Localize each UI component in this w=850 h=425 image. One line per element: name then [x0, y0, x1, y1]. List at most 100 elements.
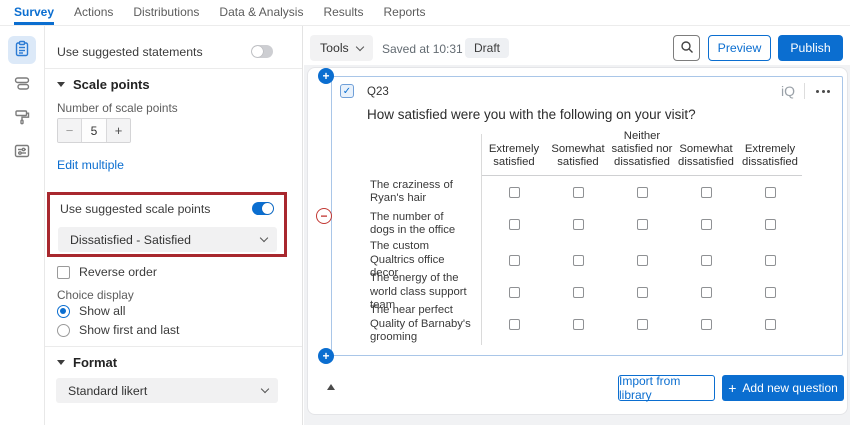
show-first-and-last-radio[interactable]	[57, 324, 70, 337]
stepper-value: 5	[82, 119, 106, 142]
matrix-checkbox[interactable]	[573, 219, 584, 230]
stepper-increment-button[interactable]: +	[106, 119, 130, 142]
matrix-checkbox[interactable]	[573, 255, 584, 266]
matrix-checkbox[interactable]	[701, 287, 712, 298]
matrix-cell	[610, 304, 674, 345]
matrix-cell	[674, 304, 738, 345]
reverse-order-row: Reverse order	[57, 265, 157, 279]
number-of-scale-points-label: Number of scale points	[57, 101, 178, 115]
matrix-checkbox[interactable]	[509, 187, 520, 198]
use-suggested-statements-label: Use suggested statements	[57, 45, 203, 59]
collapse-block-icon[interactable]	[327, 384, 335, 390]
search-button[interactable]	[673, 35, 700, 61]
matrix-checkbox[interactable]	[637, 287, 648, 298]
use-suggested-scale-points-toggle[interactable]	[252, 202, 274, 215]
use-suggested-statements-toggle[interactable]	[251, 45, 273, 58]
matrix-checkbox[interactable]	[765, 219, 776, 230]
nav-tab-actions[interactable]: Actions	[74, 0, 113, 25]
show-all-radio[interactable]	[57, 305, 70, 318]
more-options-icon[interactable]	[814, 86, 832, 97]
matrix-checkbox[interactable]	[637, 219, 648, 230]
matrix-checkbox[interactable]	[573, 287, 584, 298]
format-value: Standard likert	[68, 384, 147, 398]
sidebar-item-survey-options[interactable]	[8, 138, 36, 166]
stepper-decrement-button[interactable]: −	[58, 119, 82, 142]
suggested-scale-dropdown[interactable]: Dissatisfied - Satisfied	[58, 227, 277, 252]
toggle-knob	[262, 203, 273, 214]
add-question-above-button[interactable]: +	[318, 68, 334, 84]
survey-editor-main: Tools Saved at 10:31 AM Draft Preview Pu…	[304, 26, 850, 425]
top-nav: Survey Actions Distributions Data & Analysi…	[0, 0, 850, 26]
nav-tab-data-analysis[interactable]: Data & Analysis	[219, 0, 303, 25]
matrix-column-header: Extremely dissatisfied	[738, 134, 802, 176]
matrix-column-header: Extremely satisfied	[482, 134, 546, 176]
expert-review-iq-icon[interactable]: iQ	[781, 83, 795, 99]
matrix-row: The craziness of Ryan's hair	[370, 176, 802, 208]
question-text[interactable]: How satisfied were you with the followin…	[367, 107, 696, 122]
matrix-checkbox[interactable]	[509, 219, 520, 230]
question-card[interactable]: ✓ Q23 iQ How satisfied were you with the…	[331, 76, 843, 356]
matrix-cell	[610, 176, 674, 208]
matrix-checkbox[interactable]	[637, 187, 648, 198]
collapse-caret-icon	[57, 360, 65, 365]
nav-tab-reports[interactable]: Reports	[383, 0, 425, 25]
nav-tab-survey[interactable]: Survey	[14, 0, 54, 25]
matrix-row-label: The craziness of Ryan's hair	[370, 176, 482, 208]
nav-tab-results[interactable]: Results	[323, 0, 363, 25]
edit-multiple-link[interactable]: Edit multiple	[57, 158, 124, 172]
survey-flow-icon	[13, 74, 31, 95]
matrix-cell	[674, 176, 738, 208]
question-card-actions: iQ	[781, 83, 832, 99]
tools-button[interactable]: Tools	[310, 35, 373, 61]
matrix-checkbox[interactable]	[765, 287, 776, 298]
reverse-order-checkbox[interactable]	[57, 266, 70, 279]
matrix-column-header: Somewhat dissatisfied	[674, 134, 738, 176]
matrix-checkbox[interactable]	[637, 319, 648, 330]
sidebar-item-survey-builder[interactable]	[8, 36, 36, 64]
matrix-checkbox[interactable]	[509, 319, 520, 330]
matrix-row: The near perfect Quality of Barnaby's gr…	[370, 304, 802, 336]
remove-question-button[interactable]: −	[316, 208, 332, 224]
sliders-icon	[13, 142, 31, 163]
add-question-below-button[interactable]: +	[318, 348, 334, 364]
matrix-checkbox[interactable]	[701, 187, 712, 198]
format-section-header[interactable]: Format	[57, 355, 117, 370]
chevron-down-icon	[355, 42, 363, 50]
search-icon	[680, 40, 694, 57]
matrix-checkbox[interactable]	[509, 255, 520, 266]
matrix-checkbox[interactable]	[701, 255, 712, 266]
preview-button[interactable]: Preview	[708, 35, 771, 61]
matrix-cell	[482, 208, 546, 240]
add-new-question-button[interactable]: + Add new question	[722, 375, 844, 401]
matrix-table: Extremely satisfiedSomewhat satisfiedNei…	[370, 134, 802, 336]
import-from-library-button[interactable]: Import from library	[618, 375, 715, 401]
matrix-cell	[738, 176, 802, 208]
survey-builder-icon	[13, 40, 31, 61]
nav-tab-distributions[interactable]: Distributions	[133, 0, 199, 25]
divider	[45, 68, 302, 69]
collapse-caret-icon	[57, 82, 65, 87]
matrix-checkbox[interactable]	[765, 255, 776, 266]
show-first-and-last-label: Show first and last	[79, 323, 179, 337]
add-new-question-label: Add new question	[742, 381, 837, 395]
publish-button[interactable]: Publish	[778, 35, 843, 61]
matrix-checkbox[interactable]	[701, 219, 712, 230]
question-select-checkbox[interactable]: ✓	[340, 84, 354, 98]
chevron-down-icon	[260, 234, 268, 242]
matrix-header-row: Extremely satisfiedSomewhat satisfiedNei…	[370, 134, 802, 176]
matrix-checkbox[interactable]	[701, 319, 712, 330]
matrix-checkbox[interactable]	[573, 187, 584, 198]
matrix-checkbox[interactable]	[765, 187, 776, 198]
sidebar-item-survey-flow[interactable]	[8, 70, 36, 98]
matrix-checkbox[interactable]	[573, 319, 584, 330]
scale-points-section-header[interactable]: Scale points	[57, 77, 150, 92]
matrix-checkbox[interactable]	[765, 319, 776, 330]
format-dropdown[interactable]: Standard likert	[56, 378, 278, 403]
icon-sidebar	[0, 26, 45, 425]
matrix-checkbox[interactable]	[509, 287, 520, 298]
matrix-checkbox[interactable]	[637, 255, 648, 266]
sidebar-item-look-and-feel[interactable]	[8, 104, 36, 132]
show-all-label: Show all	[79, 304, 125, 318]
top-nav-tabs: Survey Actions Distributions Data & Analysi…	[14, 0, 426, 25]
matrix-cell	[738, 208, 802, 240]
